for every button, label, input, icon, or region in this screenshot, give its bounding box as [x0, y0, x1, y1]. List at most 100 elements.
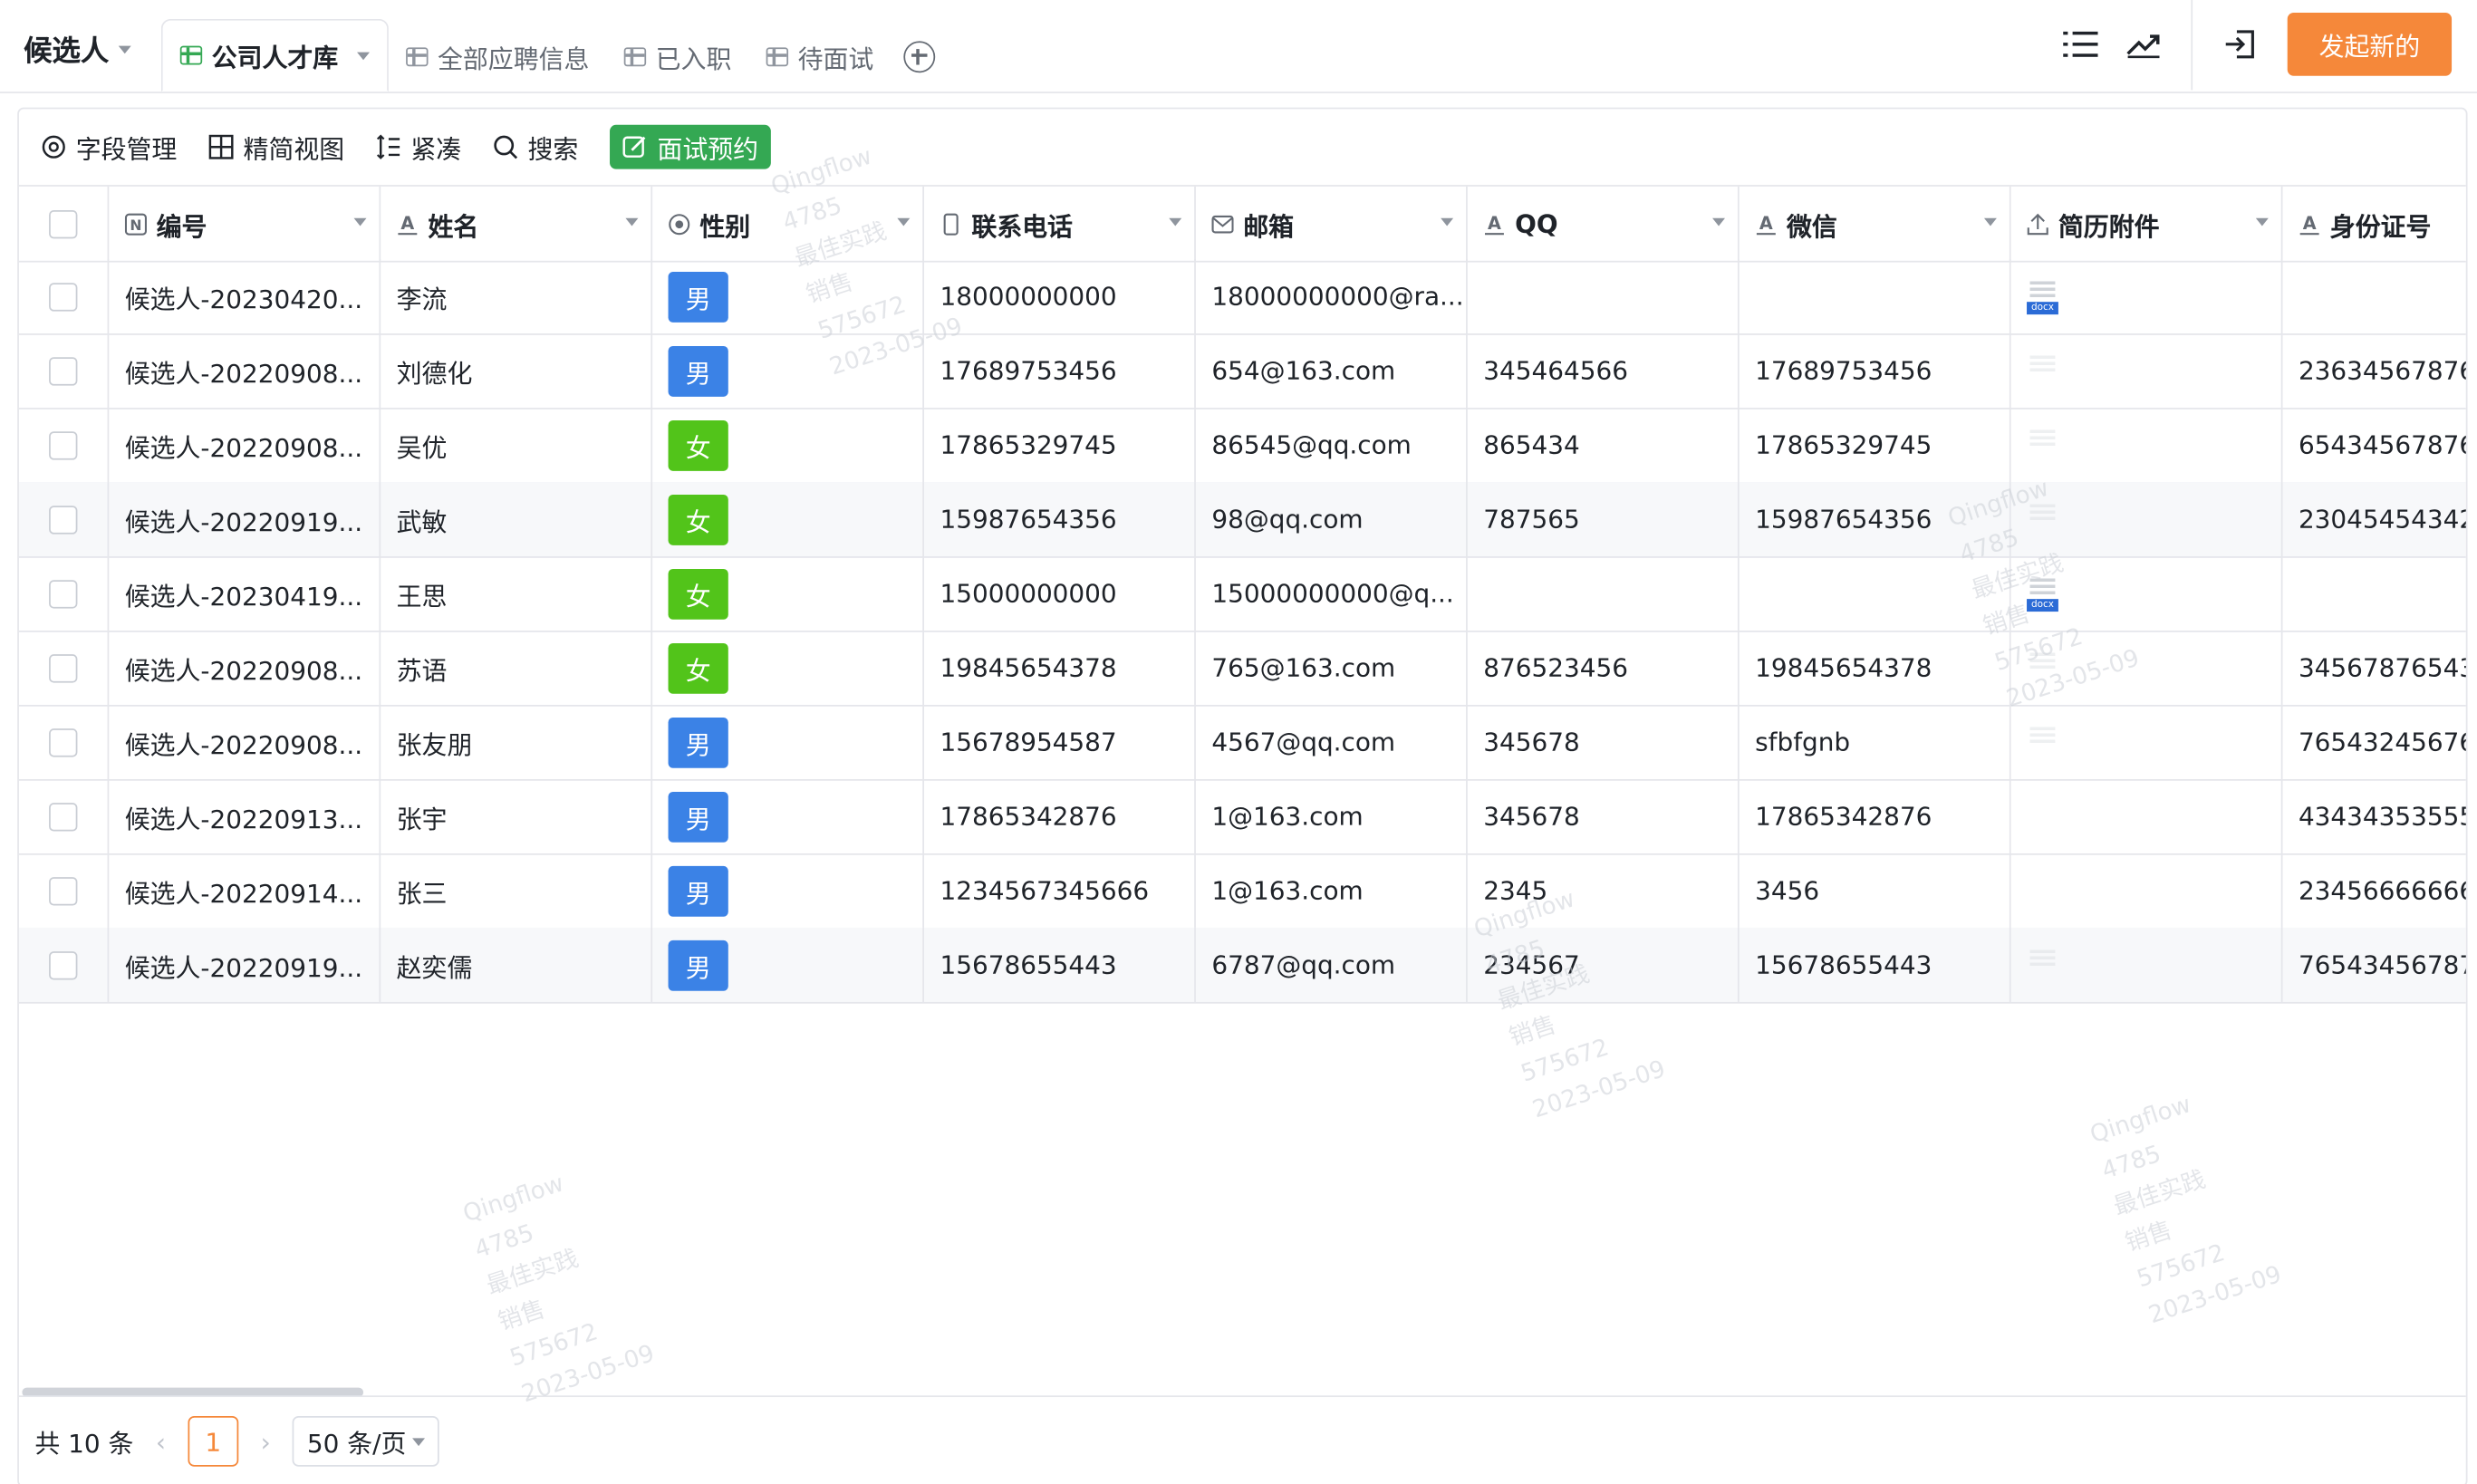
cell-id[interactable]: 候选人-20220914... — [109, 853, 381, 928]
chevron-down-icon[interactable] — [1169, 217, 1182, 226]
document-icon[interactable]: docx — [2027, 576, 2058, 612]
cell-id[interactable]: 候选人-20220919... — [109, 482, 381, 557]
cell-email[interactable]: 15000000000@q... — [1196, 556, 1468, 631]
interview-booking-button[interactable]: 面试预约 — [610, 124, 772, 169]
app-title-dropdown[interactable]: 候选人 — [24, 28, 131, 69]
chevron-down-icon[interactable] — [1712, 217, 1726, 226]
cell-gender[interactable]: 男 — [652, 705, 925, 779]
table-row[interactable]: 候选人-20220919... 赵奕儒 男 15678655443 6787@qq.co… — [18, 927, 2466, 1004]
select-all-checkbox[interactable] — [49, 209, 78, 238]
cell-email[interactable]: 6787@qq.com — [1196, 927, 1468, 1002]
cell-qq[interactable]: 234567 — [1468, 927, 1740, 1002]
row-checkbox[interactable] — [49, 430, 78, 459]
cell-gender[interactable]: 男 — [652, 853, 925, 928]
cell-qq[interactable] — [1468, 259, 1740, 334]
cell-resume[interactable] — [2011, 482, 2283, 557]
cell-id[interactable]: 候选人-20220908... — [109, 333, 381, 409]
tab-hired[interactable]: 已入职 — [607, 22, 749, 92]
cell-id[interactable]: 候选人-20230420... — [109, 259, 381, 334]
column-header-resume[interactable]: 简历附件 — [2011, 186, 2283, 261]
cell-resume[interactable] — [2011, 333, 2283, 409]
chevron-down-icon[interactable] — [1441, 217, 1454, 226]
current-page-button[interactable]: 1 — [188, 1415, 239, 1467]
cell-resume[interactable] — [2011, 631, 2283, 706]
column-header-idcard[interactable]: A 身份证号 — [2283, 187, 2466, 261]
row-checkbox[interactable] — [49, 802, 78, 831]
chevron-down-icon[interactable] — [625, 217, 639, 226]
cell-gender[interactable]: 女 — [652, 408, 925, 483]
cell-qq[interactable]: 345678 — [1468, 705, 1740, 779]
chevron-down-icon[interactable] — [897, 217, 911, 226]
column-header-email[interactable]: 邮箱 — [1196, 186, 1468, 261]
cell-phone[interactable]: 17689753456 — [924, 333, 1196, 409]
chevron-down-icon[interactable] — [2255, 217, 2269, 226]
table-row[interactable]: 候选人-20220908... 张友朋 男 15678954587 4567@qq.co… — [18, 705, 2466, 781]
cell-phone[interactable]: 15678655443 — [924, 927, 1196, 1002]
cell-idcard[interactable] — [2283, 259, 2466, 333]
cell-email[interactable]: 4567@qq.com — [1196, 705, 1468, 779]
row-checkbox[interactable] — [49, 579, 78, 608]
cell-name[interactable]: 王思 — [381, 556, 653, 631]
cell-phone[interactable]: 15987654356 — [924, 482, 1196, 557]
cell-qq[interactable]: 345678 — [1468, 778, 1740, 853]
cell-qq[interactable]: 2345 — [1468, 853, 1740, 928]
cell-phone[interactable]: 15678954587 — [924, 705, 1196, 779]
cell-wechat[interactable]: 15987654356 — [1740, 482, 2011, 557]
cell-name[interactable]: 张三 — [381, 853, 653, 928]
cell-wechat[interactable]: 19845654378 — [1740, 631, 2011, 706]
cell-phone[interactable]: 1234567345666 — [924, 853, 1196, 928]
cell-idcard[interactable]: 43434353555 — [2283, 779, 2466, 853]
add-view-icon[interactable] — [903, 41, 936, 73]
cell-qq[interactable]: 876523456 — [1468, 631, 1740, 706]
column-header-name[interactable]: A 姓名 — [381, 186, 653, 261]
tab-all-applications[interactable]: 全部应聘信息 — [389, 22, 607, 92]
cell-idcard[interactable] — [2283, 556, 2466, 631]
table-row[interactable]: 候选人-20220908... 刘德化 男 17689753456 654@163.co… — [18, 333, 2466, 410]
cell-gender[interactable]: 男 — [652, 333, 925, 409]
cell-wechat[interactable]: 17689753456 — [1740, 333, 2011, 409]
list-icon[interactable] — [2048, 13, 2112, 76]
cell-gender[interactable]: 男 — [652, 778, 925, 853]
cell-email[interactable]: 654@163.com — [1196, 333, 1468, 409]
cell-wechat[interactable]: sfbfgnb — [1740, 705, 2011, 779]
cell-qq[interactable]: 865434 — [1468, 408, 1740, 483]
cell-wechat[interactable]: 17865342876 — [1740, 778, 2011, 853]
search-button[interactable]: 搜索 — [493, 125, 578, 169]
cell-resume[interactable] — [2011, 927, 2283, 1002]
table-row[interactable]: 候选人-20220908... 苏语 女 19845654378 765@163.com… — [18, 631, 2466, 707]
cell-qq[interactable]: 345464566 — [1468, 333, 1740, 409]
column-header-gender[interactable]: 性别 — [652, 186, 925, 261]
cell-idcard[interactable]: 23456666666 — [2283, 853, 2466, 928]
cell-idcard[interactable]: 34567876543 — [2283, 631, 2466, 705]
row-checkbox[interactable] — [49, 356, 78, 385]
cell-phone[interactable]: 15000000000 — [924, 556, 1196, 631]
row-checkbox[interactable] — [49, 505, 78, 534]
cell-resume[interactable]: docx — [2011, 259, 2283, 334]
cell-idcard[interactable]: 76543456787 — [2283, 928, 2466, 1002]
create-new-button[interactable]: 发起新的 — [2287, 12, 2453, 76]
cell-resume[interactable] — [2011, 778, 2283, 853]
cell-wechat[interactable] — [1740, 259, 2011, 334]
chevron-down-icon[interactable] — [1983, 217, 1997, 226]
chevron-down-icon[interactable] — [357, 51, 371, 60]
cell-gender[interactable]: 女 — [652, 556, 925, 631]
cell-wechat[interactable]: 3456 — [1740, 853, 2011, 928]
cell-gender[interactable]: 男 — [652, 259, 925, 334]
cell-name[interactable]: 赵奕儒 — [381, 927, 653, 1002]
cell-gender[interactable]: 男 — [652, 927, 925, 1002]
table-row[interactable]: 候选人-20220914... 张三 男 1234567345666 1@163.com… — [18, 853, 2466, 930]
cell-resume[interactable] — [2011, 705, 2283, 779]
document-icon[interactable]: docx — [2027, 279, 2058, 314]
cell-email[interactable]: 1@163.com — [1196, 778, 1468, 853]
document-icon[interactable] — [2027, 353, 2058, 388]
row-checkbox[interactable] — [49, 876, 78, 905]
tab-pending-interview[interactable]: 待面试 — [749, 22, 892, 92]
column-header-wechat[interactable]: A 微信 — [1740, 186, 2011, 261]
cell-wechat[interactable] — [1740, 556, 2011, 631]
cell-id[interactable]: 候选人-20230419... — [109, 556, 381, 631]
cell-idcard[interactable]: 65434567876 — [2283, 408, 2466, 482]
trend-icon[interactable] — [2112, 13, 2175, 76]
exit-icon[interactable] — [2209, 13, 2272, 76]
document-icon[interactable] — [2027, 725, 2058, 759]
table-row[interactable]: 候选人-20220919... 武敏 女 15987654356 98@qq.com 78… — [18, 482, 2466, 558]
